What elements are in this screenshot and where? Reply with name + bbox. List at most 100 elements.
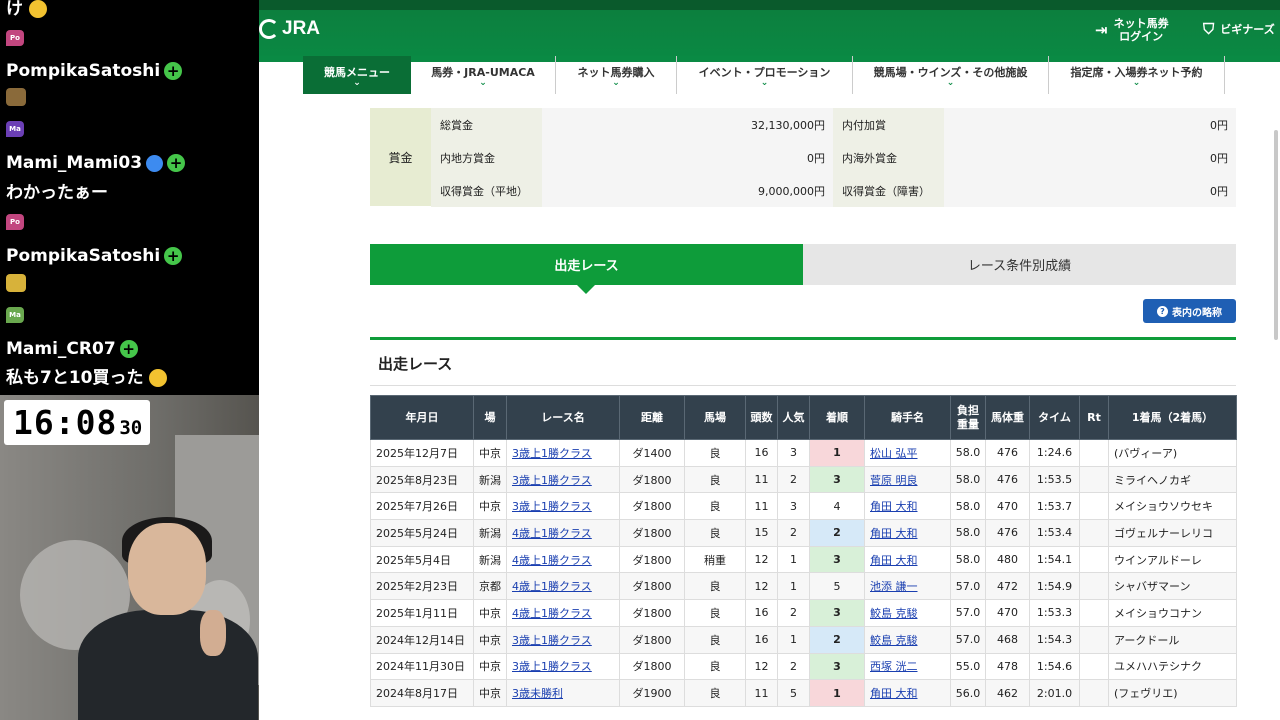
col-body-weight: 470: [985, 599, 1030, 627]
race-name-link[interactable]: 4歳上1勝クラス: [512, 607, 592, 620]
net-login-link[interactable]: ⇥ ネット馬券 ログイン: [1095, 17, 1169, 43]
chat-username: Mami_Mami03 +: [6, 153, 186, 173]
follow-plus-icon: +: [119, 340, 138, 358]
col-popularity: 3: [777, 492, 810, 521]
tab-race-condition-results[interactable]: レース条件別成績: [803, 244, 1236, 285]
col-body-weight: 480: [985, 545, 1030, 574]
table-row: 2024年12月14日 中京 3歳上1勝クラス ダ1800 良 16 1 2 鮫島 克駿 57.0…: [370, 625, 1237, 654]
col-distance: ダ1800: [619, 652, 685, 681]
col-jockey[interactable]: 池添 謙一: [864, 572, 951, 601]
nav-keiba-menu[interactable]: 競馬メニュー ⌄: [303, 56, 411, 94]
col-popularity-header: 人気: [777, 395, 810, 440]
col-jockey[interactable]: 松山 弘平: [864, 439, 951, 467]
race-name-link[interactable]: 4歳上1勝クラス: [512, 554, 592, 567]
col-venue: 新潟: [473, 465, 507, 494]
col-race-name[interactable]: 4歳上1勝クラス: [506, 545, 620, 574]
login-icon: ⇥: [1095, 20, 1108, 39]
col-finish: 3: [809, 599, 865, 627]
col-weight: 58.0: [950, 519, 986, 547]
race-name-link[interactable]: 4歳上1勝クラス: [512, 527, 592, 540]
jockey-link[interactable]: 池添 謙一: [870, 580, 918, 593]
col-jockey[interactable]: 角田 大和: [864, 519, 951, 547]
nav-events[interactable]: イベント・プロモーション ⌄: [677, 56, 853, 94]
col-time: 1:53.4: [1029, 519, 1080, 547]
col-jockey[interactable]: 角田 大和: [864, 492, 951, 521]
jockey-link[interactable]: 松山 弘平: [870, 447, 918, 460]
col-finish: 5: [809, 572, 865, 601]
col-race-name[interactable]: 4歳上1勝クラス: [506, 599, 620, 627]
col-jockey[interactable]: 鮫島 克駿: [864, 599, 951, 627]
nav-facilities[interactable]: 競馬場・ウインズ・その他施設 ⌄: [853, 56, 1049, 94]
nav-net-purchase[interactable]: ネット馬券購入 ⌄: [556, 56, 677, 94]
race-name-link[interactable]: 3歳上1勝クラス: [512, 500, 592, 513]
col-rating: [1079, 652, 1109, 681]
col-jockey[interactable]: 西塚 洸二: [864, 652, 951, 681]
jockey-link[interactable]: 西塚 洸二: [870, 660, 918, 673]
jockey-link[interactable]: 鮫島 克駿: [870, 634, 918, 647]
race-name-link[interactable]: 4歳上1勝クラス: [512, 580, 592, 593]
col-race-name[interactable]: 3歳上1勝クラス: [506, 492, 620, 521]
prize-value: 0円: [944, 141, 1236, 174]
col-time: 2:01.0: [1029, 679, 1080, 707]
jra-logo[interactable]: JRA: [259, 18, 320, 40]
col-rating: [1079, 679, 1109, 707]
table-row: 2025年2月23日 京都 4歳上1勝クラス ダ1800 良 12 1 5 池添 謙一 57.0 4…: [370, 572, 1237, 601]
tab-entered-races[interactable]: 出走レース: [370, 244, 803, 285]
prize-value: 9,000,000円: [542, 174, 833, 207]
col-race-name[interactable]: 4歳上1勝クラス: [506, 572, 620, 601]
table-row: 2025年1月11日 中京 4歳上1勝クラス ダ1800 良 16 2 3 鮫島 克駿 57.0 4…: [370, 599, 1237, 627]
race-name-link[interactable]: 3歳上1勝クラス: [512, 474, 592, 487]
col-track: 良: [684, 652, 746, 681]
page-scrollbar[interactable]: [1274, 130, 1278, 340]
chat-fragment: け: [6, 0, 47, 19]
col-runners: 12: [745, 572, 778, 601]
col-race-name[interactable]: 3歳上1勝クラス: [506, 652, 620, 681]
chat-message: わかったぁー: [6, 183, 108, 203]
col-race-name[interactable]: 3歳上1勝クラス: [506, 625, 620, 654]
prize-row: 収得賞金（平地） 9,000,000円 収得賞金（障害） 0円: [431, 174, 1236, 207]
race-name-link[interactable]: 3歳上1勝クラス: [512, 634, 592, 647]
col-runners: 11: [745, 465, 778, 494]
col-jockey[interactable]: 角田 大和: [864, 679, 951, 707]
race-name-link[interactable]: 3歳未勝利: [512, 687, 563, 700]
col-jockey[interactable]: 鮫島 克駿: [864, 625, 951, 654]
jockey-link[interactable]: 角田 大和: [870, 527, 918, 540]
prize-key: 収得賞金（障害）: [833, 174, 944, 207]
col-track-header: 馬場: [684, 395, 746, 440]
table-row: 2025年12月7日 中京 3歳上1勝クラス ダ1400 良 16 3 1 松山 弘平 58.0 4…: [370, 439, 1237, 467]
jockey-link[interactable]: 鮫島 克駿: [870, 607, 918, 620]
chat-username: PompikaSatoshi +: [6, 246, 183, 266]
col-finish: 2: [809, 625, 865, 654]
col-race-name[interactable]: 3歳上1勝クラス: [506, 465, 620, 494]
jockey-link[interactable]: 角田 大和: [870, 687, 918, 700]
jockey-link[interactable]: 角田 大和: [870, 554, 918, 567]
nav-baken[interactable]: 馬券・JRA-UMACA ⌄: [411, 56, 556, 94]
col-jockey[interactable]: 角田 大和: [864, 545, 951, 574]
col-rating: [1079, 545, 1109, 574]
chat-message: 私も7と10買った: [6, 363, 168, 388]
beginner-link[interactable]: ⛉ ビギナーズ: [1203, 22, 1275, 37]
col-distance: ダ1400: [619, 439, 685, 467]
col-jockey[interactable]: 菅原 明良: [864, 465, 951, 494]
prize-key: 総賞金: [431, 108, 542, 141]
col-race-name[interactable]: 3歳上1勝クラス: [506, 439, 620, 467]
prize-row: 内地方賞金 0円 内海外賞金 0円: [431, 141, 1236, 174]
col-finish: 4: [809, 492, 865, 521]
col-body-weight: 476: [985, 519, 1030, 547]
race-name-link[interactable]: 3歳上1勝クラス: [512, 447, 592, 460]
col-winner: ミライヘノカギ: [1108, 465, 1237, 494]
col-venue: 中京: [473, 652, 507, 681]
col-race-name[interactable]: 4歳上1勝クラス: [506, 519, 620, 547]
col-winner: アークドール: [1108, 625, 1237, 654]
col-time: 1:53.7: [1029, 492, 1080, 521]
col-track: 良: [684, 599, 746, 627]
col-winner: ウインアルドーレ: [1108, 545, 1237, 574]
race-name-link[interactable]: 3歳上1勝クラス: [512, 660, 592, 673]
abbreviation-legend-button[interactable]: ? 表内の略称: [1143, 299, 1236, 323]
col-winner: ゴヴェルナーレリコ: [1108, 519, 1237, 547]
browser-page: JRA ⇥ ネット馬券 ログイン ⛉ ビギナーズ 競馬メニュー ⌄ 馬券・JRA-U…: [259, 0, 1280, 720]
nav-reserved-seats[interactable]: 指定席・入場券ネット予約 ⌄: [1049, 56, 1225, 94]
jockey-link[interactable]: 菅原 明良: [870, 474, 918, 487]
jockey-link[interactable]: 角田 大和: [870, 500, 918, 513]
col-race-name[interactable]: 3歳未勝利: [506, 679, 620, 707]
